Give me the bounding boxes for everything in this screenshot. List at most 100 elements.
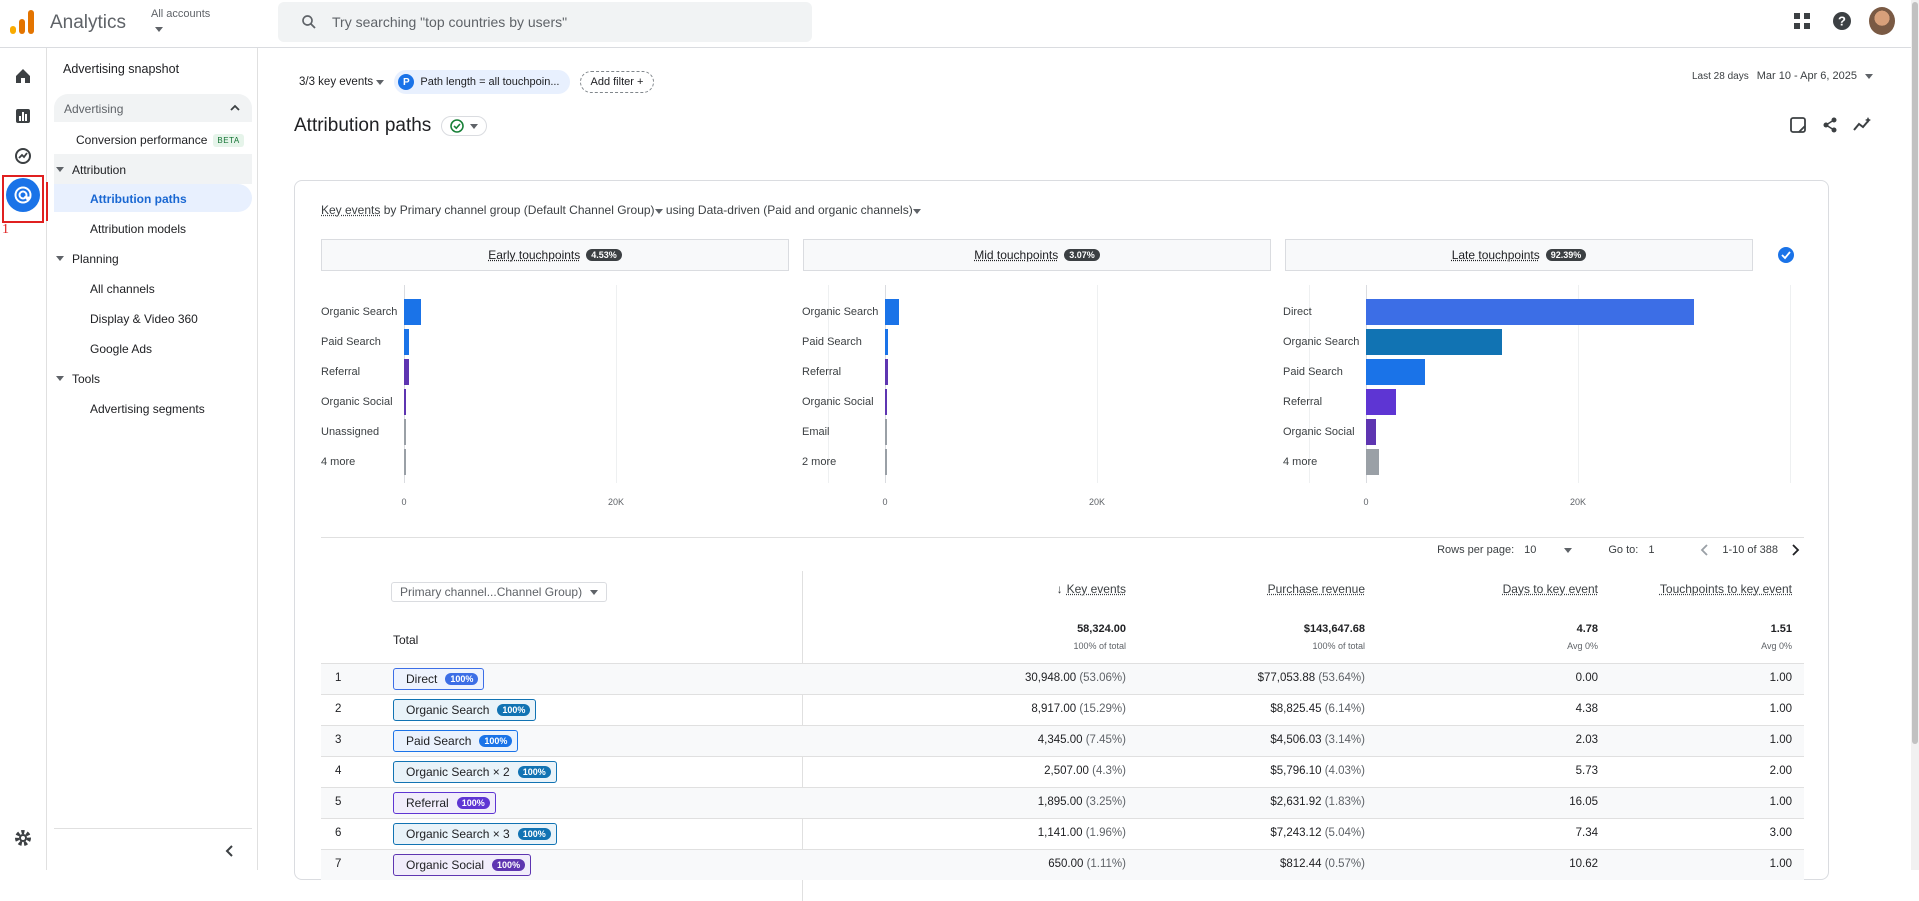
chart-bar[interactable] [885,299,899,325]
nav-google-ads[interactable]: Google Ads [90,342,152,356]
account-selector[interactable]: All accounts [151,8,210,20]
settings-gear-icon[interactable] [13,828,33,853]
customize-report-icon[interactable] [1789,116,1807,134]
chevron-right-icon[interactable] [1788,543,1802,557]
chevron-up-icon[interactable] [228,101,242,115]
chart-bar[interactable] [1366,329,1502,355]
chevron-left-icon[interactable] [223,844,237,858]
chart-bar[interactable] [1366,419,1376,445]
analytics-logo-icon[interactable] [10,10,36,34]
col-days-to-key-event[interactable]: Days to key event [1503,582,1598,596]
rows-per-page-select[interactable]: 10 [1524,544,1573,556]
revenue-pct: (6.14%) [1324,703,1365,715]
nav-dv360[interactable]: Display & Video 360 [90,312,198,326]
table-row[interactable]: 3 Paid Search 100% 4,345.00 (7.45%) $4,506.0… [321,725,1804,756]
path-chip[interactable]: Organic Social 100% [393,854,532,876]
path-chip[interactable]: Paid Search 100% [393,730,519,752]
share-icon[interactable] [1821,116,1839,134]
goto-input[interactable]: 1 [1648,544,1688,556]
dimension-selector[interactable]: Primary channel group (Default Channel G… [400,203,655,217]
table-row[interactable]: 2 Organic Search 100% 8,917.00 (15.29%) $8,8… [321,694,1804,725]
chart-bar[interactable] [404,419,406,445]
table-row[interactable]: 1 Direct 100% 30,948.00 (53.06%) $77,053.88 … [321,663,1804,694]
nav-attribution-paths[interactable]: Attribution paths [90,192,187,206]
key-events-value: 1,141.00 [1037,827,1083,839]
chart-bar[interactable] [404,299,421,325]
col-purchase-revenue[interactable]: Purchase revenue [1268,582,1365,596]
data-quality-status[interactable] [441,116,488,136]
chart-bar[interactable] [885,329,889,355]
nav-advertising-segments[interactable]: Advertising segments [90,402,205,416]
model-selector[interactable]: Data-driven (Paid and organic channels) [698,203,913,217]
key-events-value: 1,895.00 [1037,796,1083,808]
nav-advertising-snapshot[interactable]: Advertising snapshot [63,62,179,76]
search-input[interactable]: Try searching "top countries by users" [332,14,567,30]
stage-checkbox[interactable] [1771,242,1801,268]
path-chip[interactable]: Direct 100% [393,668,485,690]
table-row[interactable]: 5 Referral 100% 1,895.00 (3.25%) $2,631.92 (… [321,787,1804,818]
nav-all-channels[interactable]: All channels [90,282,155,296]
path-length-filter-chip[interactable]: P Path length = all touchpoin... [394,70,570,94]
nav-attribution-group[interactable]: Attribution [56,163,126,177]
annotation-number-1: 1 [2,222,9,237]
chart-category-label: Organic Search [802,306,879,318]
chart-bar[interactable] [885,359,888,385]
apps-grid-icon[interactable] [1789,8,1815,34]
home-icon[interactable] [11,64,35,88]
cell-touchpoints: 3.00 [1769,827,1792,839]
explore-icon[interactable] [11,144,35,168]
path-chip[interactable]: Referral 100% [393,792,496,814]
path-chip[interactable]: Organic Search × 3 100% [393,823,557,845]
chart-bar[interactable] [885,449,887,475]
nav-planning-group[interactable]: Planning [56,252,119,266]
nav-attribution-models[interactable]: Attribution models [90,222,186,236]
cell-revenue: $2,631.92 (1.83%) [1270,796,1365,808]
total-label: Total [393,633,419,647]
date-range-selector[interactable]: Last 28 days Mar 10 - Apr 6, 2025 [1692,70,1873,82]
chart-bar[interactable] [1366,299,1695,325]
key-events-metric[interactable]: Key events [321,203,380,217]
chart-bar[interactable] [404,359,409,385]
key-events-selector[interactable]: 3/3 key events [299,76,385,88]
chart-bar[interactable] [404,329,410,355]
top-bar: Analytics All accounts Try searching "to… [0,0,1919,48]
stage-mid[interactable]: Mid touchpoints 3.07% [803,239,1271,271]
nav-tools-group[interactable]: Tools [56,372,100,386]
insights-icon[interactable] [1853,116,1873,134]
caret-down-icon[interactable] [155,24,163,34]
stage-late[interactable]: Late touchpoints 92.39% [1285,239,1753,271]
caret-down-icon[interactable] [654,209,663,214]
table-row[interactable]: 6 Organic Search × 3 100% 1,141.00 (1.96%) $… [321,818,1804,849]
table-header: Primary channel...Channel Group) ↓ Key ev… [321,571,1804,663]
chart-bar[interactable] [1366,449,1379,475]
chart-bar[interactable] [1366,389,1396,415]
add-filter-button[interactable]: Add filter + [579,71,655,93]
col-touchpoints[interactable]: Touchpoints to key event [1660,582,1792,596]
path-label: Organic Search × 2 [406,765,510,779]
scrollbar-thumb[interactable] [1912,2,1918,744]
chart-bar[interactable] [404,449,406,475]
nav-conversion-performance[interactable]: Conversion performance BETA [76,133,244,147]
help-icon[interactable]: ? [1829,8,1855,34]
revenue-pct: (1.83%) [1324,796,1365,808]
chart-bar[interactable] [885,389,887,415]
col-key-events[interactable]: ↓ Key events [1057,582,1126,596]
chart-bar[interactable] [885,419,887,445]
path-chip[interactable]: Organic Search × 2 100% [393,761,557,783]
search-bar[interactable]: Try searching "top countries by users" [278,2,812,42]
stage-early[interactable]: Early touchpoints 4.53% [321,239,789,271]
nav-section-advertising[interactable]: Advertising [54,94,252,122]
table-row[interactable]: 7 Organic Social 100% 650.00 (1.11%) $812.44… [321,849,1804,880]
path-chip[interactable]: Organic Search 100% [393,699,537,721]
table-row[interactable]: 4 Organic Search × 2 100% 2,507.00 (4.3%) $5… [321,756,1804,787]
dimension-dropdown[interactable]: Primary channel...Channel Group) [391,582,607,602]
caret-down-icon[interactable] [912,209,921,214]
chevron-left-icon[interactable] [1698,543,1712,557]
reports-icon[interactable] [11,104,35,128]
chart-bar[interactable] [1366,359,1426,385]
cell-key-events: 30,948.00 (53.06%) [1025,672,1126,684]
cell-key-events: 1,141.00 (1.96%) [1038,827,1126,839]
chart-bar[interactable] [404,389,406,415]
page-scrollbar[interactable] [1911,0,1919,870]
avatar[interactable] [1869,7,1895,35]
